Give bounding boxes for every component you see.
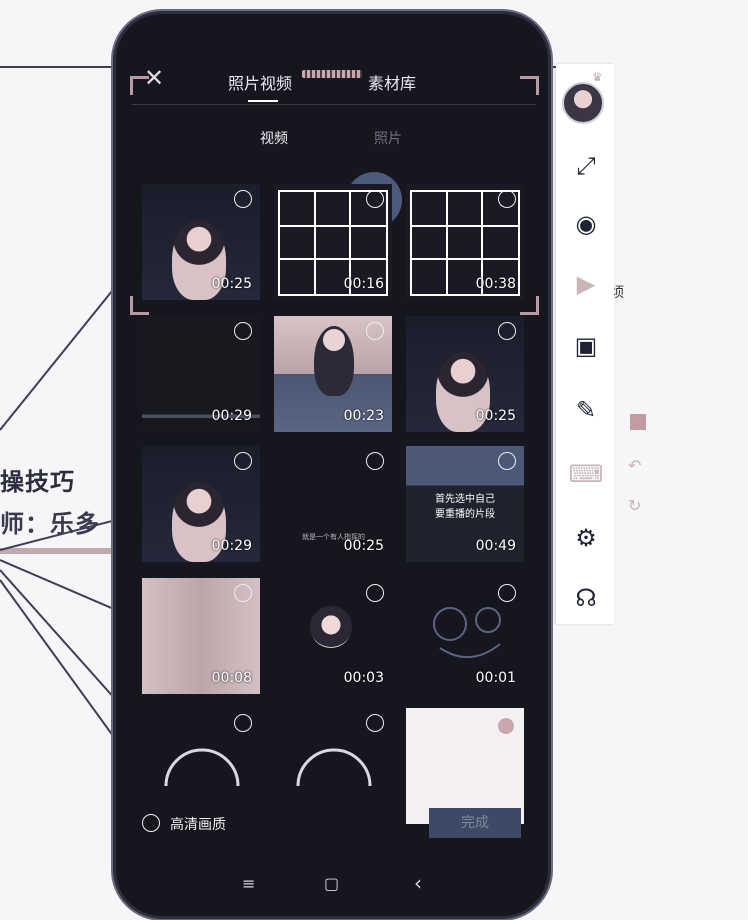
video-duration: 00:25 [343,538,384,554]
pen-icon[interactable]: ✎ [566,390,606,430]
record-frame-border [132,104,536,105]
undo-icon[interactable]: ↶ [628,456,641,475]
avatar[interactable] [562,82,604,124]
select-circle[interactable] [366,584,384,602]
screen-cast-icon[interactable]: ▣ [566,326,606,366]
hd-quality-label: 高清画质 [170,817,226,833]
color-swatch[interactable] [630,414,646,430]
system-nav-bar: ≡ ▢ ‹ [116,871,548,904]
tab-photo-video[interactable]: 照片视频 [228,70,292,94]
video-duration: 00:16 [343,276,384,292]
phone-screen: ✕ 照片视频 素材库 视频 照片 ✎ 00:2500:1600:3800:290… [116,14,548,916]
video-duration: 00:03 [343,670,384,686]
video-duration: 00:29 [211,408,252,424]
headset-icon[interactable]: ☊ [566,578,606,618]
camera-icon[interactable]: ◉ [566,204,606,244]
floating-toolbar: ♛ ⤢ ◉ ▶ ▣ ✎ ⌨ ⚙ ☊ [556,64,614,624]
mindmap-lines [0,285,116,740]
camera-notch [302,70,362,78]
media-item[interactable]: 00:25 [142,184,260,300]
fullscreen-icon[interactable]: ⤢ [566,146,606,186]
menu-nav-button[interactable]: ≡ [242,874,255,893]
subtab-photo[interactable]: 照片 [374,128,402,148]
select-circle[interactable] [366,714,384,732]
active-tab-indicator [248,100,278,102]
select-circle[interactable] [234,714,252,732]
select-circle[interactable] [498,190,516,208]
media-item[interactable]: 00:03 [274,578,392,694]
video-duration: 00:25 [211,276,252,292]
select-circle[interactable] [498,584,516,602]
confirm-button[interactable]: 完成 [429,808,521,838]
tab-material-library[interactable]: 素材库 [368,70,416,94]
document-thumbnail [498,718,514,734]
select-circle[interactable] [234,584,252,602]
select-circle[interactable] [498,452,516,470]
media-item[interactable]: 00:08 [142,578,260,694]
keyboard-icon[interactable]: ⌨ [566,454,606,494]
select-circle[interactable] [366,322,384,340]
crown-icon: ♛ [592,70,603,84]
video-duration: 00:49 [475,538,516,554]
video-caption: 首先选中自己 要重播的片段 [435,494,495,520]
select-circle[interactable] [366,452,384,470]
select-circle[interactable] [234,322,252,340]
avatar-thumbnail [310,606,352,648]
video-duration: 00:25 [475,408,516,424]
hd-quality-radio[interactable] [142,814,160,832]
video-camera-icon[interactable]: ▶ [566,264,606,304]
media-item[interactable]: 00:01 [406,578,524,694]
video-duration: 00:29 [211,538,252,554]
media-item[interactable]: 就是一个有人指挥的 00:25 [274,446,392,562]
media-item[interactable]: 首先选中自己 要重播的片段 00:49 [406,446,524,562]
video-duration: 00:01 [475,670,516,686]
media-item[interactable]: 00:25 [406,316,524,432]
select-circle[interactable] [366,190,384,208]
media-item[interactable]: 00:16 [274,184,392,300]
media-item[interactable]: 00:38 [406,184,524,300]
home-nav-button[interactable]: ▢ [324,874,339,893]
slide-header-line [0,66,116,68]
record-frame-corner [130,76,149,95]
person-figure [314,326,354,396]
select-circle[interactable] [234,190,252,208]
back-nav-button[interactable]: ‹ [414,871,422,895]
media-item[interactable]: 00:23 [274,316,392,432]
record-frame-corner [520,76,539,95]
subtab-video[interactable]: 视频 [260,128,288,148]
select-circle[interactable] [498,322,516,340]
media-item[interactable]: 00:29 [142,316,260,432]
settings-icon[interactable]: ⚙ [566,518,606,558]
select-circle[interactable] [234,452,252,470]
video-duration: 00:23 [343,408,384,424]
redo-icon[interactable]: ↻ [628,496,641,515]
picker-footer: 高清画质 完成 [116,804,548,844]
video-duration: 00:38 [475,276,516,292]
video-duration: 00:08 [211,670,252,686]
media-item[interactable]: 00:29 [142,446,260,562]
